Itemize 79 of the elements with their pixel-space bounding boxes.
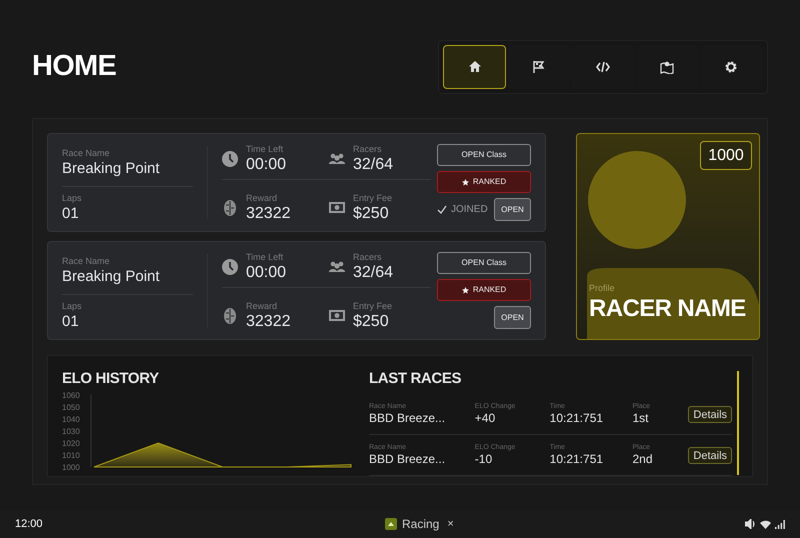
scrollbar[interactable] bbox=[737, 371, 739, 475]
clock-icon bbox=[222, 259, 238, 275]
field-value: 32322 bbox=[246, 204, 290, 224]
taskbar-app[interactable]: Racing × bbox=[385, 515, 454, 533]
open-button[interactable]: OPEN bbox=[494, 306, 531, 329]
star-icon bbox=[462, 286, 469, 294]
field-value: 2nd bbox=[632, 452, 654, 467]
field-value: 00:00 bbox=[246, 155, 286, 175]
signal-icon[interactable] bbox=[775, 520, 785, 528]
people-icon bbox=[329, 151, 345, 167]
field-label: Laps bbox=[62, 193, 83, 204]
field-label: Time Left bbox=[246, 144, 284, 155]
section-title: ELO HISTORY bbox=[62, 369, 160, 389]
field-label: Reward bbox=[246, 192, 278, 204]
wifi-icon[interactable] bbox=[760, 520, 771, 528]
people-icon bbox=[329, 259, 345, 275]
profile-label: Profile bbox=[589, 282, 616, 294]
field-value: BBD Breeze... bbox=[369, 452, 446, 467]
star-icon bbox=[462, 178, 469, 186]
volume-icon[interactable] bbox=[745, 519, 756, 529]
map-pin-icon bbox=[660, 60, 674, 74]
y-tick-label: 1060 bbox=[62, 391, 80, 400]
y-tick-label: 1030 bbox=[62, 427, 80, 436]
open-button[interactable]: OPEN bbox=[494, 198, 531, 221]
cash-icon bbox=[329, 308, 345, 324]
field-value: +40 bbox=[474, 411, 496, 426]
class-button[interactable]: OPEN Class bbox=[437, 252, 531, 274]
joined-status: JOINED bbox=[437, 202, 488, 217]
y-tick-label: 1020 bbox=[62, 439, 80, 448]
field-value: -10 bbox=[474, 452, 494, 467]
field-label: Racers bbox=[353, 252, 383, 263]
cash-icon bbox=[329, 200, 345, 216]
y-tick-label: 1010 bbox=[62, 451, 80, 460]
section-title: LAST RACES bbox=[369, 369, 462, 389]
field-value: 10:21:751 bbox=[550, 452, 604, 467]
field-value: 32322 bbox=[246, 312, 290, 332]
field-value: 32/64 bbox=[353, 155, 394, 175]
details-button[interactable]: Details bbox=[688, 446, 732, 464]
field-value: BBD Breeze... bbox=[369, 411, 446, 426]
race-name: Breaking Point bbox=[62, 267, 194, 295]
ranked-badge: RANKED bbox=[437, 171, 531, 193]
field-value: 01 bbox=[62, 312, 80, 332]
ranked-badge: RANKED bbox=[437, 279, 531, 301]
field-value: $250 bbox=[353, 204, 390, 224]
field-value: 00:00 bbox=[246, 263, 286, 283]
field-label: Entry Fee bbox=[353, 300, 392, 312]
field-value: $250 bbox=[353, 312, 390, 332]
settings-icon bbox=[724, 60, 738, 74]
app-icon bbox=[385, 518, 397, 530]
elo-badge: 1000 bbox=[700, 141, 752, 170]
race-name: Breaking Point bbox=[62, 159, 194, 187]
home-icon bbox=[468, 60, 482, 74]
y-tick-label: 1000 bbox=[62, 463, 80, 472]
field-value: 1st bbox=[632, 411, 650, 426]
y-tick-label: 1040 bbox=[62, 415, 80, 424]
page-title: HOME bbox=[32, 49, 116, 84]
field-label: Race Name bbox=[62, 148, 111, 159]
nav-tab[interactable] bbox=[443, 45, 506, 89]
check-icon bbox=[437, 205, 447, 214]
field-label: Racers bbox=[353, 144, 383, 155]
code-icon bbox=[596, 60, 610, 74]
field-value: 01 bbox=[62, 204, 80, 224]
field-label: Laps bbox=[62, 301, 83, 312]
clock-icon bbox=[222, 151, 238, 167]
flag-icon bbox=[532, 60, 546, 74]
field-label: Reward bbox=[246, 300, 278, 312]
field-value: 32/64 bbox=[353, 263, 394, 283]
profile-card[interactable]: 1000 Profile RACER NAME bbox=[576, 133, 760, 340]
y-tick-label: 1050 bbox=[62, 403, 80, 412]
close-icon[interactable]: × bbox=[447, 516, 454, 532]
clock: 12:00 bbox=[15, 516, 44, 532]
field-value: 10:21:751 bbox=[550, 411, 604, 426]
app-label: Racing bbox=[402, 516, 440, 533]
field-label: Entry Fee bbox=[353, 192, 392, 204]
details-button[interactable]: Details bbox=[688, 406, 732, 422]
class-button[interactable]: OPEN Class bbox=[437, 144, 531, 166]
racer-name: RACER NAME bbox=[589, 295, 746, 323]
field-label: Race Name bbox=[62, 256, 111, 267]
field-label: Time Left bbox=[246, 252, 284, 263]
